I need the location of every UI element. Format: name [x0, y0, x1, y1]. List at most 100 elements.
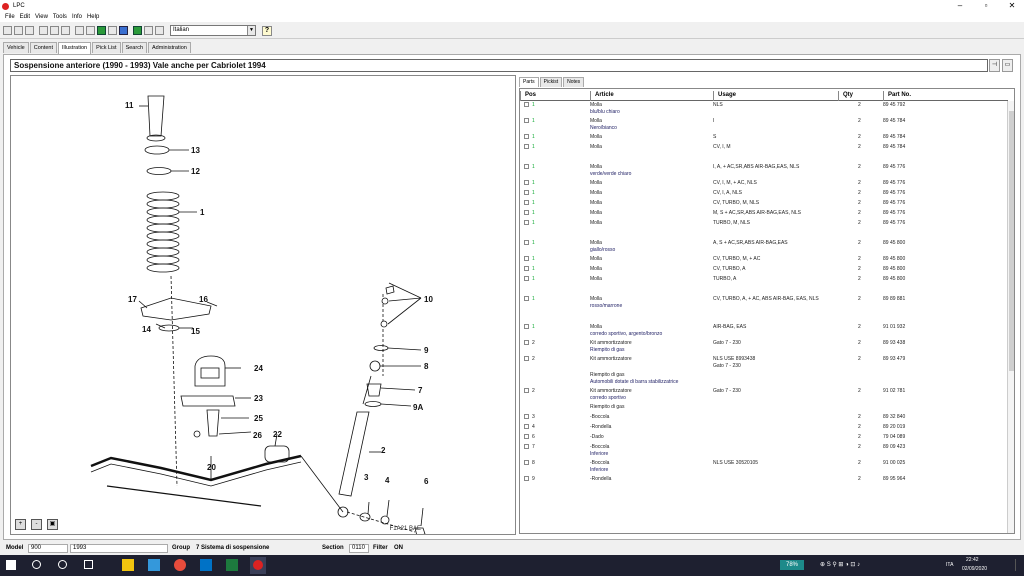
file-explorer-icon[interactable]	[122, 559, 134, 571]
col-usage[interactable]: Usage	[713, 91, 838, 101]
col-part-no[interactable]: Part No.	[883, 91, 1008, 101]
article-sub: rosso/marrone	[590, 303, 623, 309]
row-checkbox[interactable]	[524, 240, 529, 245]
usage-text: I	[713, 118, 715, 124]
cell-usage: S	[713, 134, 716, 141]
chevron-down-icon[interactable]: ▼	[247, 26, 255, 35]
layout-icon[interactable]: ⊣	[989, 59, 1000, 72]
row-checkbox[interactable]	[524, 444, 529, 449]
task-view-icon[interactable]	[84, 560, 93, 569]
row-checkbox[interactable]	[524, 134, 529, 139]
row-checkbox[interactable]	[524, 388, 529, 393]
search-icon[interactable]	[32, 560, 41, 569]
article-name: Molla	[590, 164, 602, 170]
row-checkbox[interactable]	[524, 256, 529, 261]
chrome-icon[interactable]	[174, 559, 186, 571]
table-icon[interactable]	[155, 26, 164, 35]
row-checkbox[interactable]	[524, 324, 529, 329]
row-checkbox[interactable]	[524, 180, 529, 185]
illustration-pane[interactable]: 11 13 12 1 10 9 8 7 9A 17 16 14 15 24 23…	[10, 75, 516, 535]
tab-vehicle[interactable]: Vehicle	[3, 42, 29, 53]
clock-date[interactable]: 02/09/2020	[962, 564, 987, 574]
cell-usage: CV, I, M, + AC, NLS	[713, 180, 757, 187]
row-checkbox[interactable]	[524, 164, 529, 169]
tab-notes[interactable]: Notes	[563, 77, 585, 87]
maximize-button[interactable]: ▫	[974, 0, 998, 12]
row-checkbox[interactable]	[524, 118, 529, 123]
new-icon[interactable]	[3, 26, 12, 35]
row-checkbox[interactable]	[524, 414, 529, 419]
battery-indicator[interactable]: 78%	[780, 560, 804, 570]
tree-icon[interactable]	[133, 26, 142, 35]
print-icon[interactable]	[25, 26, 34, 35]
go-icon[interactable]	[97, 26, 106, 35]
row-checkbox[interactable]	[524, 356, 529, 361]
excel-icon[interactable]	[226, 559, 238, 571]
cell-pos: 2	[532, 340, 535, 346]
show-desktop-button[interactable]	[1015, 559, 1020, 571]
windows-start-icon[interactable]	[6, 560, 16, 570]
fit-view-button[interactable]: ▣	[47, 519, 58, 530]
row-checkbox[interactable]	[524, 476, 529, 481]
menu-file[interactable]: File	[5, 14, 15, 20]
tab-pick-list[interactable]: Pick List	[92, 42, 121, 53]
zoom-in-button[interactable]: +	[15, 519, 26, 530]
language-indicator[interactable]: ITA	[946, 560, 953, 570]
tab-content[interactable]: Content	[29, 42, 58, 53]
pane-icon[interactable]: ▭	[1002, 59, 1013, 72]
row-checkbox[interactable]	[524, 266, 529, 271]
menu-info[interactable]: Info	[72, 14, 82, 20]
cut-icon[interactable]	[39, 26, 48, 35]
tab-illustration[interactable]: Illustration	[58, 42, 92, 54]
forward-arrow-icon[interactable]	[119, 26, 128, 35]
row-checkbox[interactable]	[524, 210, 529, 215]
article-name: Kit ammortizzatore	[590, 388, 632, 394]
col-pos[interactable]: Pos	[520, 91, 590, 101]
row-checkbox[interactable]	[524, 276, 529, 281]
cortana-icon[interactable]	[58, 560, 67, 569]
row-checkbox[interactable]	[524, 144, 529, 149]
col-article[interactable]: Article	[590, 91, 713, 101]
l-app-icon[interactable]	[148, 559, 160, 571]
tab-pickist[interactable]: Pickist	[539, 77, 563, 87]
menu-edit[interactable]: Edit	[20, 14, 30, 20]
row-checkbox[interactable]	[524, 200, 529, 205]
paste-icon[interactable]	[61, 26, 70, 35]
lpc-app-icon[interactable]	[250, 557, 266, 574]
row-checkbox[interactable]	[524, 296, 529, 301]
language-select[interactable]: Italian ▼	[170, 25, 256, 36]
zoom-out-button[interactable]: -	[31, 519, 42, 530]
col-qty[interactable]: Qty	[838, 91, 883, 101]
row-checkbox[interactable]	[524, 340, 529, 345]
row-checkbox[interactable]	[524, 434, 529, 439]
row-checkbox[interactable]	[524, 460, 529, 465]
close-button[interactable]: ✕	[1000, 0, 1024, 12]
save-icon[interactable]	[14, 26, 23, 35]
cell-part-no: 89 32 840	[883, 414, 906, 420]
row-checkbox[interactable]	[524, 190, 529, 195]
cell-article: Molla	[590, 200, 602, 207]
minimize-button[interactable]: –	[948, 0, 972, 12]
row-checkbox[interactable]	[524, 424, 529, 429]
menu-tools[interactable]: Tools	[53, 14, 67, 20]
copy-icon[interactable]	[50, 26, 59, 35]
row-checkbox[interactable]	[524, 220, 529, 225]
row-checkbox[interactable]	[524, 102, 529, 107]
cell-pos: 1	[532, 220, 535, 226]
tray-icons[interactable]: ⊕ S ⚲ ⊞ ◑ ⊡ ♪	[820, 560, 860, 570]
undo-icon[interactable]	[75, 26, 84, 35]
menu-view[interactable]: View	[35, 14, 48, 20]
text-icon[interactable]	[144, 26, 153, 35]
back-arrow-icon[interactable]	[108, 26, 117, 35]
tab-search[interactable]: Search	[121, 42, 148, 53]
menu-help[interactable]: Help	[87, 14, 99, 20]
parts-scrollbar[interactable]	[1007, 101, 1014, 533]
outlook-icon[interactable]	[200, 559, 212, 571]
tab-parts[interactable]: Parts	[519, 77, 539, 87]
redo-icon[interactable]	[86, 26, 95, 35]
tab-administration[interactable]: Administration	[148, 42, 191, 53]
language-value: Italian	[173, 27, 190, 33]
help-icon[interactable]: ?	[262, 25, 272, 36]
article-name: -Boccola	[590, 444, 610, 450]
scroll-thumb[interactable]	[1009, 111, 1014, 371]
